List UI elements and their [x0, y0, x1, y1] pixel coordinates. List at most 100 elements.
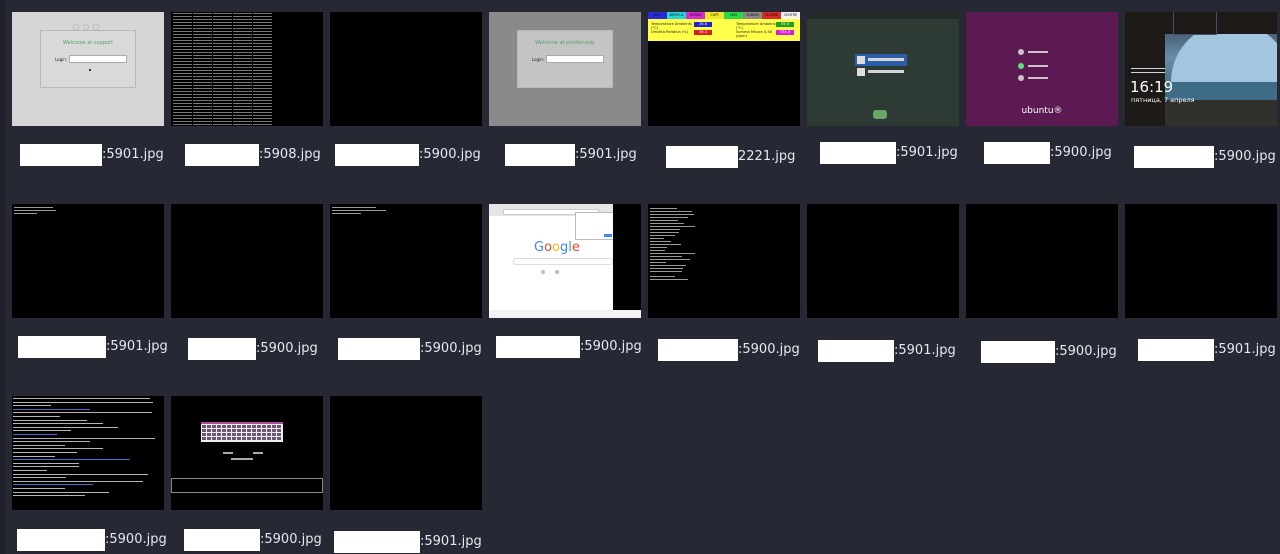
thumbnail-image[interactable] [807, 204, 959, 318]
file-suffix: :5900.jpg [580, 339, 642, 354]
gallery-item[interactable]: :5908.jpg [171, 12, 323, 166]
thumbnail-image[interactable]: Google [489, 204, 641, 318]
thumbnail-image[interactable] [171, 396, 323, 510]
login-label: Login: [55, 57, 68, 62]
redacted-host [496, 336, 580, 358]
metric-value: 734.3 [776, 30, 794, 35]
terminal-column [213, 13, 232, 125]
log-text-line [13, 419, 87, 421]
thumbnail-image[interactable] [1125, 204, 1277, 318]
terminal-text-line [14, 213, 37, 214]
terminal-text-line [650, 265, 686, 266]
gallery-item[interactable]: NEO NEPIFLA MERKA CUPI LMO SUBSIN ALUMNI CENTRE… [648, 12, 800, 168]
terminal-column [193, 13, 212, 125]
left-edge [0, 0, 6, 554]
redacted-host [505, 144, 575, 166]
log-text-line [13, 405, 51, 407]
user-avatar-icon [857, 56, 865, 64]
gallery-item[interactable]: :5901.jpg [807, 12, 959, 164]
thumbnail-image[interactable] [171, 204, 323, 318]
metric-label: Somma Misura 0.56 (ppm) [736, 30, 772, 38]
user-avatar-icon [1018, 49, 1024, 55]
metric-label: Umidità Relativa (%) [651, 30, 689, 34]
log-text-line [13, 426, 118, 428]
thumbnail-image[interactable]: 16:19 пятница, 7 апреля [1125, 12, 1277, 126]
gallery-item[interactable]: :5900.jpg [966, 204, 1118, 363]
keyboard-title-bar [201, 422, 283, 424]
file-suffix: :5900.jpg [1055, 344, 1117, 359]
gallery-item[interactable]: 16:19 пятница, 7 апреля :5900.jpg [1125, 12, 1277, 168]
dashboard-tab: ALUMNI [762, 12, 781, 19]
redacted-host [1134, 146, 1214, 168]
terminal-text-line [650, 238, 664, 239]
terminal-text-line [650, 253, 695, 254]
selection-outline [1173, 12, 1217, 35]
thumbnail-image[interactable]: ubuntu® [966, 12, 1118, 126]
file-name-label: :5901.jpg [334, 530, 534, 554]
redacted-host [185, 144, 259, 166]
thumbnail-image[interactable] [12, 204, 164, 318]
lockscreen-hint-line [1131, 72, 1165, 73]
browser-footer [489, 310, 641, 318]
log-text-line [13, 452, 77, 453]
redacted-host [334, 531, 420, 553]
shortcut-icon [555, 270, 559, 274]
terminal-text-line [650, 232, 679, 233]
log-text-line [13, 441, 90, 443]
file-suffix: :5900.jpg [738, 342, 800, 357]
gallery-item[interactable]: Welcome at printercody Login::5901.jpg [489, 12, 641, 166]
file-name-label: :5901.jpg [1138, 338, 1280, 362]
gallery-item[interactable]: :5900.jpg [330, 12, 482, 166]
gallery-item[interactable]: :5900.jpg [171, 396, 323, 551]
terminal-text-line [650, 256, 682, 257]
gallery-item[interactable]: :5901.jpg [1125, 204, 1277, 361]
terminal-column [253, 13, 272, 125]
file-suffix: :5900.jpg [420, 341, 482, 356]
log-text-line [13, 462, 79, 464]
gallery-item[interactable]: :5900.jpg [648, 204, 800, 361]
gallery-item[interactable]: Google :5900.jpg [489, 204, 642, 358]
terminal-text-line [650, 276, 675, 277]
user-name [1028, 65, 1048, 67]
terminal-text-line [332, 210, 386, 211]
metric-value: 26.8 [694, 22, 712, 27]
thumbnail-image[interactable] [330, 204, 482, 318]
redacted-host [338, 338, 420, 360]
terminal-text-line [650, 235, 675, 236]
thumbnail-image[interactable] [330, 12, 482, 126]
top-bar [807, 12, 959, 19]
thumbnail-image[interactable] [807, 12, 959, 126]
gallery-item[interactable]: :5901.jpg [330, 396, 482, 553]
gallery-item[interactable]: ubuntu®:5900.jpg [966, 12, 1118, 164]
gallery-item[interactable]: :5900.jpg [171, 204, 323, 360]
login-input [546, 55, 604, 63]
terminal-text-line [650, 250, 665, 251]
terminal-text-line [650, 262, 666, 263]
log-text-line [13, 437, 155, 439]
gallery-item[interactable]: Welcome at support Login::5901.jpg [12, 12, 164, 166]
login-title: Welcome at support [62, 40, 114, 46]
log-text-line [13, 408, 90, 410]
log-text-line [13, 455, 55, 457]
gallery-item[interactable]: :5900.jpg [12, 396, 167, 551]
thumbnail-image[interactable] [330, 396, 482, 510]
file-suffix: :5900.jpg [1214, 149, 1276, 164]
gallery-item[interactable]: :5901.jpg [807, 204, 959, 362]
thumbnail-image[interactable]: Welcome at printercody Login: [489, 12, 641, 126]
thumbnail-image[interactable]: NEO NEPIFLA MERKA CUPI LMO SUBSIN ALUMNI CENTRE… [648, 12, 800, 126]
terminal-text-line [650, 220, 678, 221]
user-entry [1018, 74, 1062, 82]
gallery-item[interactable]: :5900.jpg [330, 204, 482, 360]
file-suffix: :5901.jpg [1214, 342, 1276, 357]
redacted-host [818, 340, 894, 362]
thumbnail-image[interactable] [648, 204, 800, 318]
thumbnail-image[interactable] [966, 204, 1118, 318]
thumbnail-image[interactable] [12, 396, 164, 510]
log-text-line [13, 430, 71, 432]
thumbnail-image[interactable] [171, 12, 323, 126]
gallery-item[interactable]: :5901.jpg [12, 204, 168, 358]
thumbnail-image[interactable]: Welcome at support Login: [12, 12, 164, 126]
log-text-line [13, 448, 103, 450]
cursor-dot [89, 69, 91, 71]
file-suffix: :5901.jpg [894, 343, 956, 358]
